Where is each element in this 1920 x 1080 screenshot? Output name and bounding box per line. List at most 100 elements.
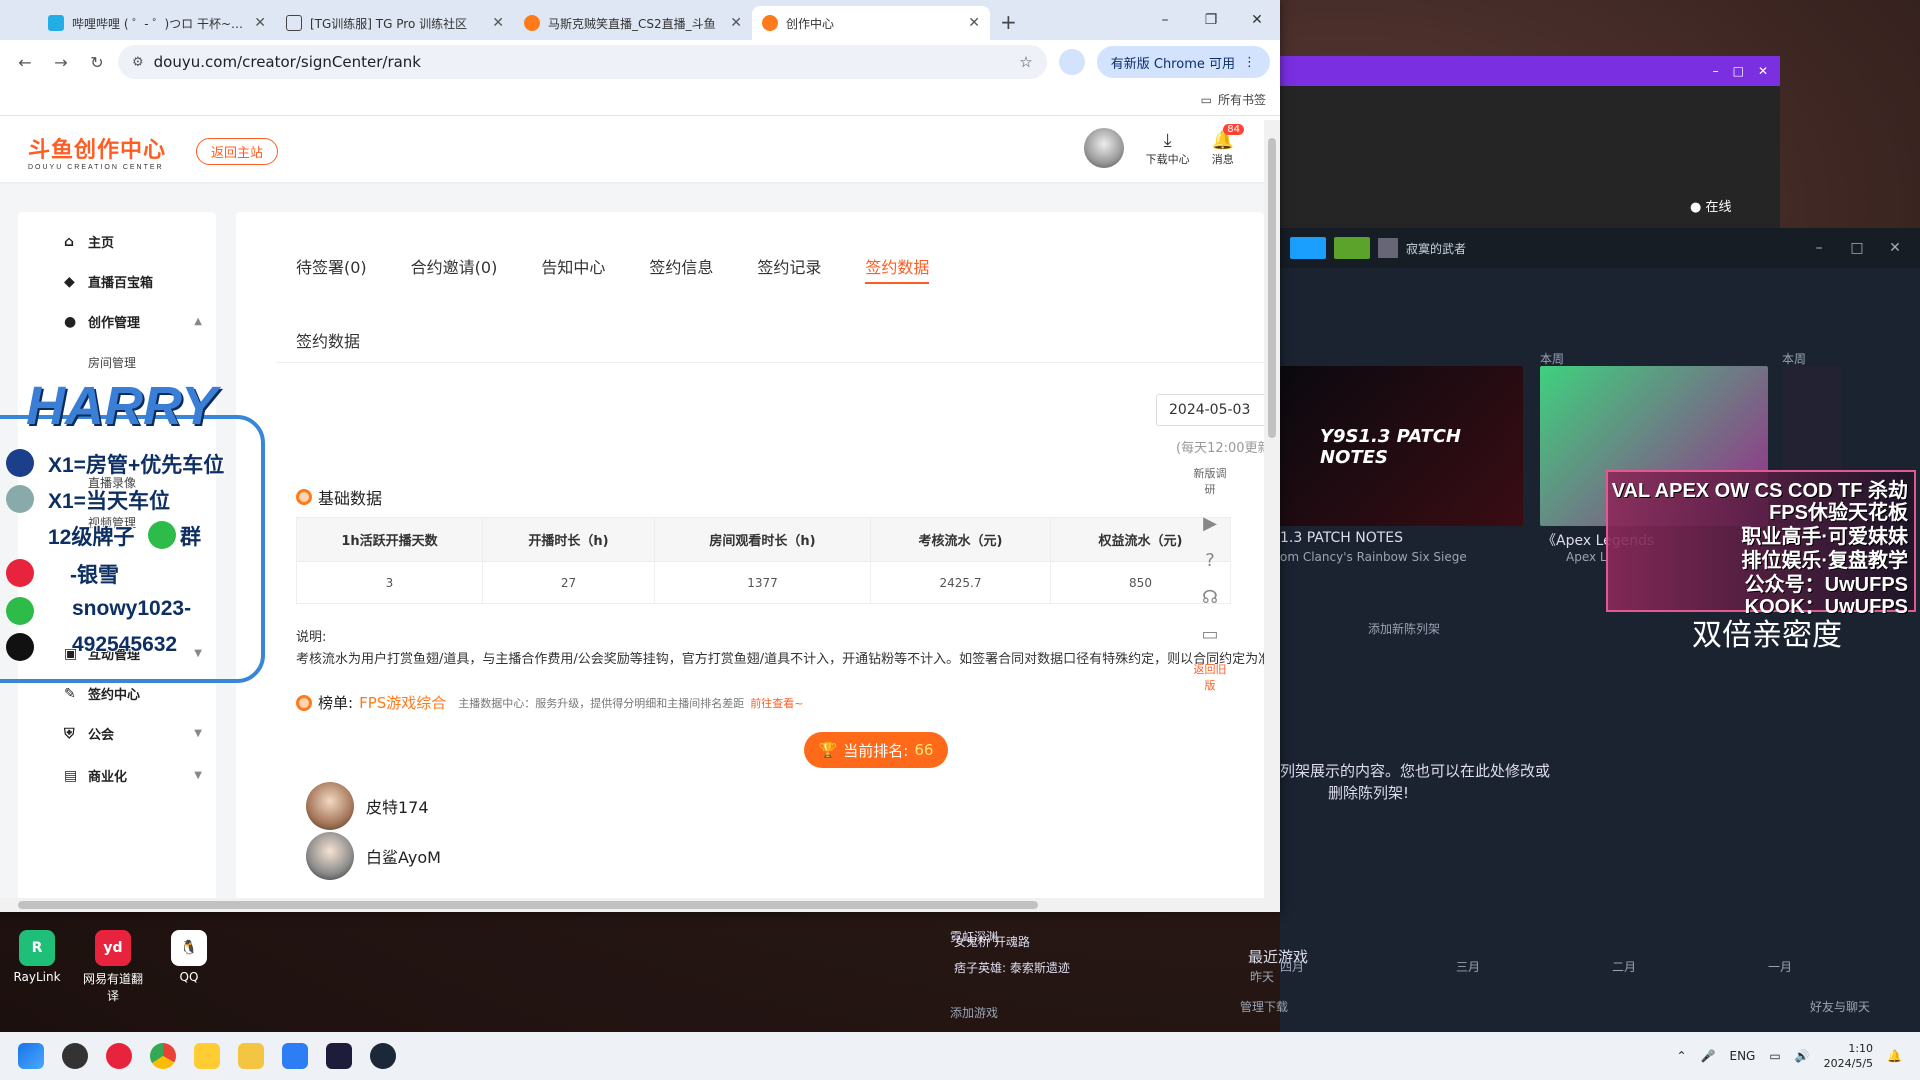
game-list-item[interactable]: 女鬼桥 开魂路: [954, 933, 1030, 950]
sidebar-item-treasure[interactable]: ◆ 直播百宝箱: [64, 272, 153, 292]
volume-icon[interactable]: 🔊: [1795, 1049, 1810, 1063]
shop-icon: ▤: [64, 767, 78, 784]
chevron-down-icon[interactable]: ▼: [194, 770, 202, 781]
tab-sign-records[interactable]: 签约记录: [757, 254, 821, 284]
more-icon[interactable]: ⋮: [1243, 55, 1256, 70]
steam-app-icon[interactable]: [62, 1043, 88, 1069]
tab-douyu-live[interactable]: 马斯克贼笑直播_CS2直播_斗鱼 ✕: [514, 6, 752, 40]
sidebar-item-home[interactable]: ⌂ 主页: [64, 232, 114, 252]
close-icon[interactable]: ✕: [1880, 240, 1910, 256]
minimize-icon[interactable]: –: [1804, 240, 1834, 256]
notepad-icon[interactable]: [282, 1043, 308, 1069]
site-info-icon[interactable]: ⚙: [132, 55, 144, 70]
desktop-icon-raylink[interactable]: R RayLink: [2, 930, 72, 984]
news-card-rainbow-six[interactable]: Y9S1.3 PATCH NOTES: [1280, 366, 1523, 526]
sidebar-item-creation[interactable]: ● 创作管理: [64, 312, 140, 332]
restore-icon[interactable]: ❐: [1188, 0, 1234, 40]
clock[interactable]: 1:10 2024/5/5: [1824, 1041, 1873, 1071]
profile-icon[interactable]: [1058, 49, 1085, 75]
vertical-scrollbar[interactable]: [1264, 120, 1280, 898]
table-row: 3 27 1377 2425.7 850: [296, 561, 1231, 604]
minimize-icon[interactable]: –: [1142, 0, 1188, 40]
view-details-link[interactable]: 前往查看~: [750, 695, 803, 711]
tab-pending[interactable]: 待签署(0): [296, 254, 367, 284]
back-home-button[interactable]: 返回主站: [196, 137, 279, 165]
minimize-icon[interactable]: –: [1713, 64, 1719, 78]
game-list-item[interactable]: 痞子英雄: 泰索斯遗迹: [954, 959, 1070, 976]
add-game-button[interactable]: 添加游戏: [950, 1004, 998, 1021]
video-icon[interactable]: ▶: [1190, 513, 1230, 534]
back-icon[interactable]: ←: [10, 53, 40, 72]
folder-icon[interactable]: [238, 1043, 264, 1069]
horizontal-scrollbar[interactable]: [0, 898, 1280, 912]
chevron-up-icon[interactable]: ⌃: [1676, 1049, 1686, 1063]
avatar[interactable]: [1083, 128, 1124, 168]
close-icon[interactable]: ✕: [968, 15, 980, 31]
list-item[interactable]: 白鲨AyoM: [306, 832, 441, 880]
old-version-button[interactable]: 返回旧版: [1194, 663, 1227, 692]
game-icon[interactable]: [194, 1043, 220, 1069]
update-chrome-button[interactable]: 有新版 Chrome 可用 ⋮: [1096, 46, 1270, 78]
douyu-logo[interactable]: 斗鱼创作中心 DOUYU CREATION CENTER: [28, 132, 166, 171]
all-bookmarks-button[interactable]: 所有书签: [1218, 91, 1266, 108]
plane-icon: [6, 485, 34, 513]
rank-category[interactable]: FPS游戏综合: [359, 692, 446, 713]
streamer-overlay-harry: HARRY X1=房管+优先车位 X1=当天车位 12级牌子 群 -银雪 sno…: [0, 375, 268, 685]
add-shelf-button[interactable]: 添加新陈列架: [1368, 620, 1440, 637]
headset-icon[interactable]: ☊: [1190, 587, 1230, 608]
tab-sign-info[interactable]: 签约信息: [649, 254, 713, 284]
home-icon: ⌂: [64, 233, 75, 250]
desktop-icon-youdao[interactable]: yd 网易有道翻译: [78, 930, 148, 1004]
tab-sign-data[interactable]: 签约数据: [865, 254, 930, 284]
help-icon[interactable]: ?: [1190, 550, 1230, 571]
tab-invites[interactable]: 合约邀请(0): [411, 254, 498, 284]
list-item[interactable]: 皮特174: [306, 782, 429, 830]
notification-button[interactable]: [1334, 237, 1370, 259]
tab-tg-pro[interactable]: [TG训练服] TG Pro 训练社区 ✕: [276, 6, 514, 40]
survey-button[interactable]: 新版调研: [1194, 467, 1227, 496]
maximize-icon[interactable]: □: [1733, 64, 1744, 78]
bookmark-star-icon[interactable]: ☆: [1019, 53, 1032, 71]
netease-music-icon[interactable]: [106, 1043, 132, 1069]
steam-icon[interactable]: [370, 1043, 396, 1069]
status-badge[interactable]: ● 在线: [1690, 196, 1732, 215]
desktop-icon-qq[interactable]: 🐧 QQ: [154, 930, 224, 984]
close-icon[interactable]: ✕: [254, 15, 266, 31]
input-language[interactable]: ENG: [1729, 1049, 1755, 1063]
close-icon[interactable]: ✕: [1758, 64, 1768, 78]
screen-icon[interactable]: ▭: [1190, 624, 1230, 645]
close-icon[interactable]: ✕: [1234, 0, 1280, 40]
new-tab-button[interactable]: +: [1000, 10, 1017, 34]
maximize-icon[interactable]: □: [1842, 240, 1872, 256]
sidebar-item-room-manage[interactable]: 房间管理: [88, 354, 136, 371]
mic-icon[interactable]: 🎤: [1701, 1049, 1716, 1063]
tab-notice[interactable]: 告知中心: [541, 254, 605, 284]
chevron-down-icon[interactable]: ▼: [194, 728, 202, 739]
month-label: 四月: [1280, 960, 1305, 974]
download-center-button[interactable]: ⤓ 下载中心: [1146, 130, 1190, 167]
table-cell: 27: [482, 561, 655, 604]
sidebar-item-commerce[interactable]: ▤ 商业化: [64, 766, 127, 786]
date-picker[interactable]: 2024-05-03: [1156, 394, 1264, 426]
address-bar[interactable]: ⚙ douyu.com/creator/signCenter/rank ☆: [118, 45, 1047, 79]
tab-creator-center[interactable]: 创作中心 ✕: [752, 6, 990, 40]
close-icon[interactable]: ✕: [730, 15, 742, 31]
chevron-up-icon[interactable]: ▲: [194, 316, 202, 327]
announce-button[interactable]: [1290, 237, 1326, 259]
friends-chat-button[interactable]: 好友与聊天: [1810, 998, 1870, 1015]
manage-downloads-button[interactable]: 管理下载: [1240, 998, 1288, 1015]
forward-icon[interactable]: →: [46, 53, 76, 72]
steam-username[interactable]: 寂寞的武者: [1406, 240, 1466, 257]
bilibili-icon: [48, 15, 64, 31]
notification-bell-icon[interactable]: 🔔: [1887, 1049, 1902, 1063]
reload-icon[interactable]: ↻: [82, 53, 112, 72]
messages-button[interactable]: 🔔 消息 84: [1212, 123, 1244, 167]
sidebar-item-guild[interactable]: ⛨ 公会: [64, 724, 114, 744]
sidebar-item-sign-center[interactable]: ✎ 签约中心: [64, 684, 140, 704]
tab-bilibili[interactable]: 哔哩哔哩 ( ゜- ゜)つロ 干杯~-bi ✕: [38, 6, 276, 40]
chrome-icon[interactable]: [150, 1043, 176, 1069]
network-icon[interactable]: ▭: [1769, 1049, 1780, 1063]
start-icon[interactable]: [18, 1043, 44, 1069]
se-app-icon[interactable]: [326, 1043, 352, 1069]
close-icon[interactable]: ✕: [492, 15, 504, 31]
